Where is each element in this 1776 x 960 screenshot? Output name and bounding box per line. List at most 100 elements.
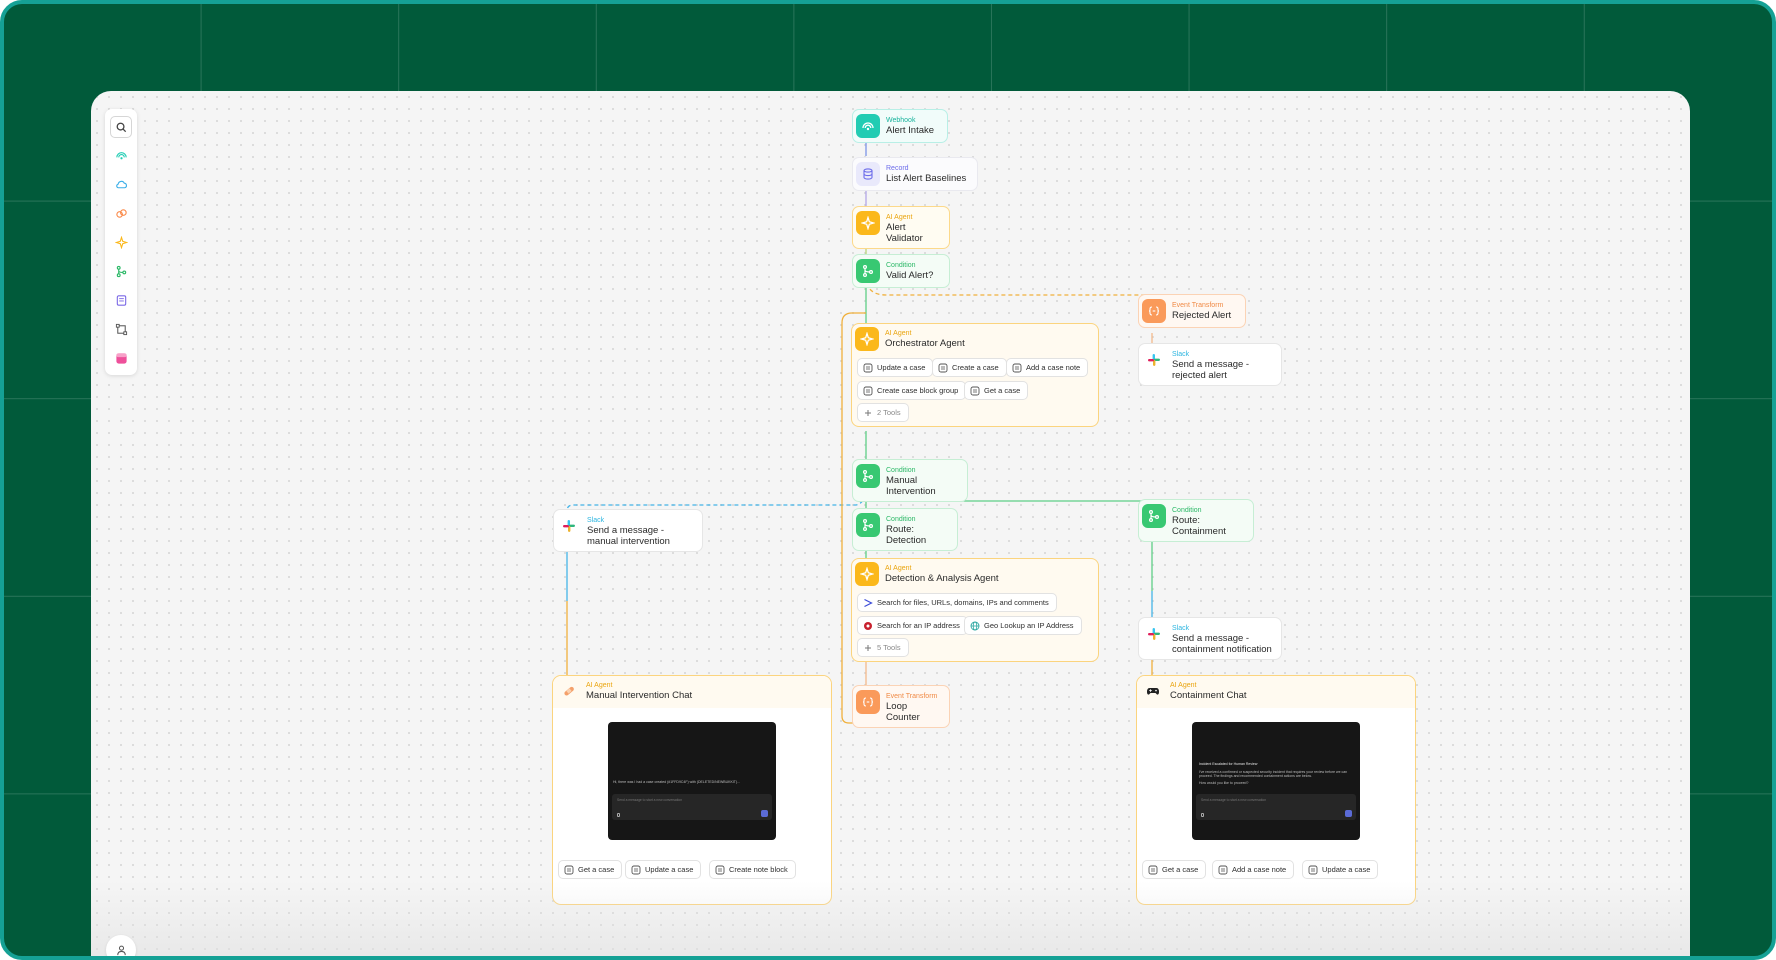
note-icon[interactable] bbox=[110, 289, 132, 311]
tool-label: Geo Lookup an IP Address bbox=[984, 621, 1074, 630]
workflow-settings-button[interactable] bbox=[106, 935, 136, 956]
chat-message: How would you like to proceed? bbox=[1199, 781, 1249, 785]
node-title: Alert Validator bbox=[886, 222, 923, 244]
node-rejected-alert[interactable]: Event Transform Rejected Alert bbox=[1138, 294, 1246, 328]
branch-icon bbox=[856, 464, 880, 488]
branch-icon[interactable] bbox=[110, 260, 132, 282]
tool-add-a-case-note[interactable]: Add a case note bbox=[1212, 860, 1295, 879]
node-type: Slack bbox=[1172, 625, 1190, 632]
tool-get-a-case[interactable]: Get a case bbox=[558, 860, 623, 879]
tool-label: Search for files, URLs, domains, IPs and… bbox=[877, 598, 1049, 607]
node-alert-validator[interactable]: AI Agent Alert Validator bbox=[852, 206, 950, 249]
tool-create-case-block-group[interactable]: Create case block group bbox=[857, 381, 967, 400]
node-valid-alert[interactable]: Condition Valid Alert? bbox=[852, 254, 950, 288]
node-route-detection[interactable]: Condition Route: Detection bbox=[852, 508, 958, 551]
containment-chat[interactable]: AI Agent Containment Chat Incident Escala… bbox=[1136, 675, 1416, 905]
composer-placeholder: Send a message to start a new conversati… bbox=[1201, 798, 1267, 802]
node-slack-manual[interactable]: Slack Send a message - manual interventio… bbox=[553, 509, 703, 552]
workflow-canvas[interactable]: Webhook Alert Intake Record List Alert Bas… bbox=[91, 91, 1690, 956]
node-title: Alert Intake bbox=[886, 125, 935, 136]
tool-label: Create a case bbox=[952, 363, 999, 372]
case-tool-icon bbox=[1148, 865, 1158, 875]
search-icon[interactable] bbox=[110, 116, 132, 138]
node-alert-intake[interactable]: Webhook Alert Intake bbox=[852, 109, 948, 143]
node-list-alert-baselines[interactable]: Record List Alert Baselines bbox=[852, 157, 978, 191]
case-tool-icon bbox=[863, 363, 873, 373]
branch-icon bbox=[856, 513, 880, 537]
tool-get-a-case[interactable]: Get a case bbox=[1142, 860, 1207, 879]
manual-intervention-chat[interactable]: AI Agent Manual Intervention Chat Hi, the… bbox=[552, 675, 832, 905]
node-route-containment[interactable]: Condition Route: Containment bbox=[1138, 499, 1254, 542]
node-loop-counter[interactable]: Event Transform Loop Counter bbox=[852, 685, 950, 728]
node-title: Manual Intervention bbox=[886, 475, 936, 497]
node-type: Condition bbox=[1172, 507, 1202, 514]
tool-search-ip-address[interactable]: Search for an IP address bbox=[857, 616, 968, 635]
tool-label: Add a case note bbox=[1232, 865, 1287, 874]
tool-update-a-case[interactable]: Update a case bbox=[625, 860, 702, 879]
transform-icon[interactable] bbox=[110, 202, 132, 224]
node-type: Record bbox=[886, 165, 909, 172]
case-tool-icon bbox=[564, 865, 574, 875]
node-type: Event Transform bbox=[886, 693, 938, 700]
plus-icon bbox=[863, 408, 873, 418]
node-type: Condition bbox=[886, 516, 916, 523]
node-title: Send a message - rejected alert bbox=[1172, 359, 1250, 381]
node-type: Condition bbox=[886, 262, 916, 269]
orchestrator-agent-box[interactable]: AI Agent Orchestrator Agent Update a case… bbox=[851, 323, 1099, 427]
node-type: AI Agent bbox=[885, 565, 912, 572]
tool-update-a-case[interactable]: Update a case bbox=[1302, 860, 1379, 879]
send-icon bbox=[761, 810, 768, 817]
chat-composer[interactable]: Send a message to start a new conversati… bbox=[612, 794, 772, 820]
transform-icon bbox=[856, 690, 880, 714]
slack-icon bbox=[557, 514, 581, 538]
tool-label: Get a case bbox=[578, 865, 615, 874]
node-title: Detection & Analysis Agent bbox=[885, 573, 999, 584]
tool-create-a-case[interactable]: Create a case bbox=[932, 358, 1007, 377]
case-tool-icon bbox=[1012, 363, 1022, 373]
slack-icon bbox=[1142, 622, 1166, 646]
node-title: Send a message - manual intervention bbox=[587, 525, 670, 547]
webhook-icon[interactable] bbox=[110, 144, 132, 166]
node-type: AI Agent bbox=[885, 330, 912, 337]
tool-geo-lookup-ip[interactable]: Geo Lookup an IP Address bbox=[964, 616, 1082, 635]
tool-add-a-case-note[interactable]: Add a case note bbox=[1006, 358, 1089, 377]
tool-label: 2 Tools bbox=[877, 408, 901, 417]
tool-search-files-urls[interactable]: Search for files, URLs, domains, IPs and… bbox=[857, 593, 1057, 612]
ai-agent-icon[interactable] bbox=[110, 231, 132, 253]
ai-agent-icon bbox=[856, 211, 880, 235]
node-title: Loop Counter bbox=[886, 701, 920, 723]
tool-update-a-case[interactable]: Update a case bbox=[857, 358, 934, 377]
node-manual-intervention[interactable]: Condition Manual Intervention bbox=[852, 459, 968, 502]
chat-message: Incident Escalated for Human Review bbox=[1199, 762, 1258, 766]
tool-create-note-block[interactable]: Create note block bbox=[709, 860, 796, 879]
more-tools-button[interactable]: 2 Tools bbox=[857, 403, 909, 422]
node-type: Slack bbox=[1172, 351, 1190, 358]
chat-preview-screen: Incident Escalated for Human Review I've… bbox=[1192, 722, 1360, 840]
node-slack-rejected[interactable]: Slack Send a message - rejected alert bbox=[1138, 343, 1282, 386]
tool-label: Update a case bbox=[645, 865, 694, 874]
frame-icon[interactable] bbox=[110, 318, 132, 340]
app-icon[interactable] bbox=[110, 347, 132, 369]
node-title: Route: Detection bbox=[886, 524, 927, 546]
case-tool-icon bbox=[938, 363, 948, 373]
node-type: AI Agent bbox=[886, 214, 913, 221]
detection-agent-box[interactable]: AI Agent Detection & Analysis Agent Searc… bbox=[851, 558, 1099, 662]
virustotal-icon bbox=[863, 598, 873, 608]
case-tool-icon bbox=[1308, 865, 1318, 875]
more-tools-button[interactable]: 5 Tools bbox=[857, 638, 909, 657]
send-icon bbox=[1345, 810, 1352, 817]
agent-config-icon bbox=[116, 945, 126, 955]
tool-label: Update a case bbox=[1322, 865, 1371, 874]
ai-agent-icon bbox=[855, 562, 879, 586]
bandage-icon bbox=[559, 681, 579, 701]
chat-preview-screen: Hi, there was I had a case created (#1FF… bbox=[608, 722, 776, 840]
tool-get-a-case[interactable]: Get a case bbox=[964, 381, 1029, 400]
chat-composer[interactable]: Send a message to start a new conversati… bbox=[1196, 794, 1356, 820]
tool-label: Add a case note bbox=[1026, 363, 1081, 372]
tool-label: 5 Tools bbox=[877, 643, 901, 652]
webhook-icon bbox=[856, 114, 880, 138]
ai-agent-icon bbox=[855, 327, 879, 351]
cloud-icon[interactable] bbox=[110, 173, 132, 195]
node-slack-containment[interactable]: Slack Send a message - containment notifi… bbox=[1138, 617, 1282, 660]
globe-icon bbox=[970, 621, 980, 631]
